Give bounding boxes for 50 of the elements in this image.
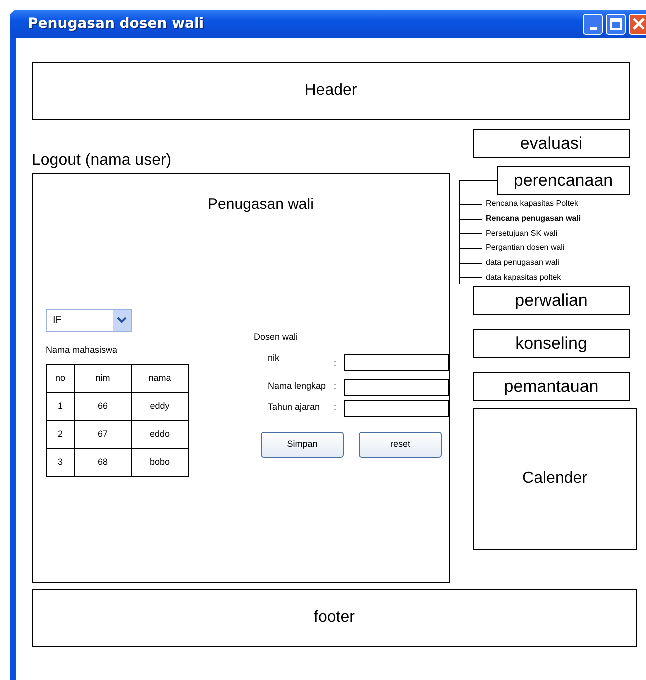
submenu-item[interactable]: Pergantian dosen wali <box>486 242 565 254</box>
table-cell: 66 <box>74 392 132 420</box>
reset-button[interactable]: reset <box>359 432 442 458</box>
field-label: Tahun ajaran <box>267 401 322 414</box>
save-button[interactable]: Simpan <box>261 432 344 458</box>
column-header: nama <box>132 364 188 392</box>
input-field[interactable] <box>344 354 449 371</box>
chevron-down-icon <box>117 316 127 324</box>
table-cell: eddy <box>132 392 188 420</box>
menu-item[interactable]: perencanaan <box>497 166 630 195</box>
panel-title: Penugasan wali <box>207 195 315 215</box>
calendar-box: Calender <box>473 408 637 550</box>
column-header: no <box>46 364 74 392</box>
menu-item[interactable]: pemantauan <box>473 372 630 401</box>
table-cell: 1 <box>46 392 74 420</box>
submenu-item[interactable]: Rencana kapasitas Poltek <box>486 198 578 210</box>
menu-item[interactable]: evaluasi <box>473 129 630 158</box>
header-box: Header <box>32 62 630 120</box>
field-separator: : <box>334 401 338 414</box>
form-title: Dosen wali <box>254 330 300 344</box>
window-title: Penugasan dosen wali <box>28 14 204 34</box>
field-separator: : <box>334 357 338 370</box>
table-cell: eddo <box>132 420 188 448</box>
submenu-item[interactable]: Rencana penugasan wali <box>486 213 582 226</box>
input-field[interactable] <box>344 400 449 416</box>
field-separator: : <box>334 380 338 394</box>
table-cell: 3 <box>46 448 74 476</box>
minimize-button[interactable] <box>583 14 603 34</box>
minimize-icon <box>590 26 596 30</box>
table-cell: bobo <box>132 448 188 476</box>
menu-item[interactable]: perwalian <box>473 286 630 315</box>
field-label: nik <box>267 352 281 365</box>
program-dropdown[interactable]: IF <box>46 308 132 332</box>
logout-link[interactable]: Logout (nama user) <box>32 149 450 173</box>
field-label: Nama lengkap <box>267 380 328 394</box>
table-cell: 2 <box>46 420 74 448</box>
close-button[interactable] <box>629 14 646 34</box>
column-header: nim <box>74 364 132 392</box>
maximize-icon <box>610 18 622 30</box>
submenu-item[interactable]: data kapasitas poltek <box>486 272 562 284</box>
footer-box: footer <box>32 589 637 647</box>
submenu-item[interactable]: Persetujuan SK wali <box>486 228 558 240</box>
submenu-item[interactable]: data penugasan wali <box>486 257 560 270</box>
menu-item[interactable]: konseling <box>473 329 630 358</box>
close-icon <box>631 18 645 30</box>
input-field[interactable] <box>344 378 449 396</box>
maximize-button[interactable] <box>606 14 626 34</box>
table-cell: 68 <box>74 448 132 476</box>
table-label: Nama mahasiswa <box>46 344 119 356</box>
table-cell: 67 <box>74 420 132 448</box>
